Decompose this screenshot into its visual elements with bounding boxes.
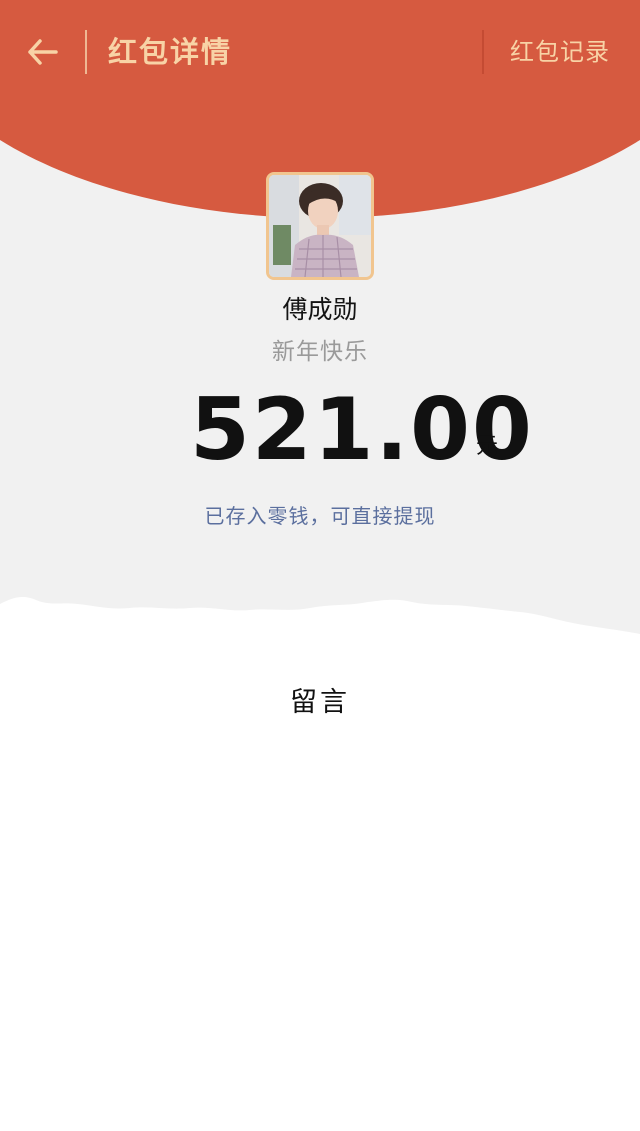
header-divider-left — [85, 30, 87, 74]
page-title: 红包详情 — [108, 35, 233, 69]
wallet-balance-link[interactable]: 已存入零钱，可直接提现 — [0, 500, 640, 529]
red-packet-records-link[interactable]: 红包记录 — [510, 30, 610, 74]
avatar-image — [269, 175, 371, 277]
back-button[interactable] — [22, 32, 62, 72]
header-divider-right — [482, 30, 484, 74]
avatar[interactable] — [266, 172, 374, 280]
currency-unit: 元 — [476, 434, 499, 459]
arrow-left-icon — [28, 39, 58, 65]
greeting-message: 新年快乐 — [272, 339, 368, 365]
torn-paper-edge — [0, 597, 640, 650]
red-packet-detail-page: 红包详情 红包记录 傅成勋 新年快乐 521.00 元 已存入零钱，可直接提现 — [0, 0, 640, 1131]
top-bar: 红包详情 红包记录 — [0, 0, 640, 104]
message-label: 留言 — [290, 687, 350, 718]
sender-name: 傅成勋 — [282, 295, 358, 324]
